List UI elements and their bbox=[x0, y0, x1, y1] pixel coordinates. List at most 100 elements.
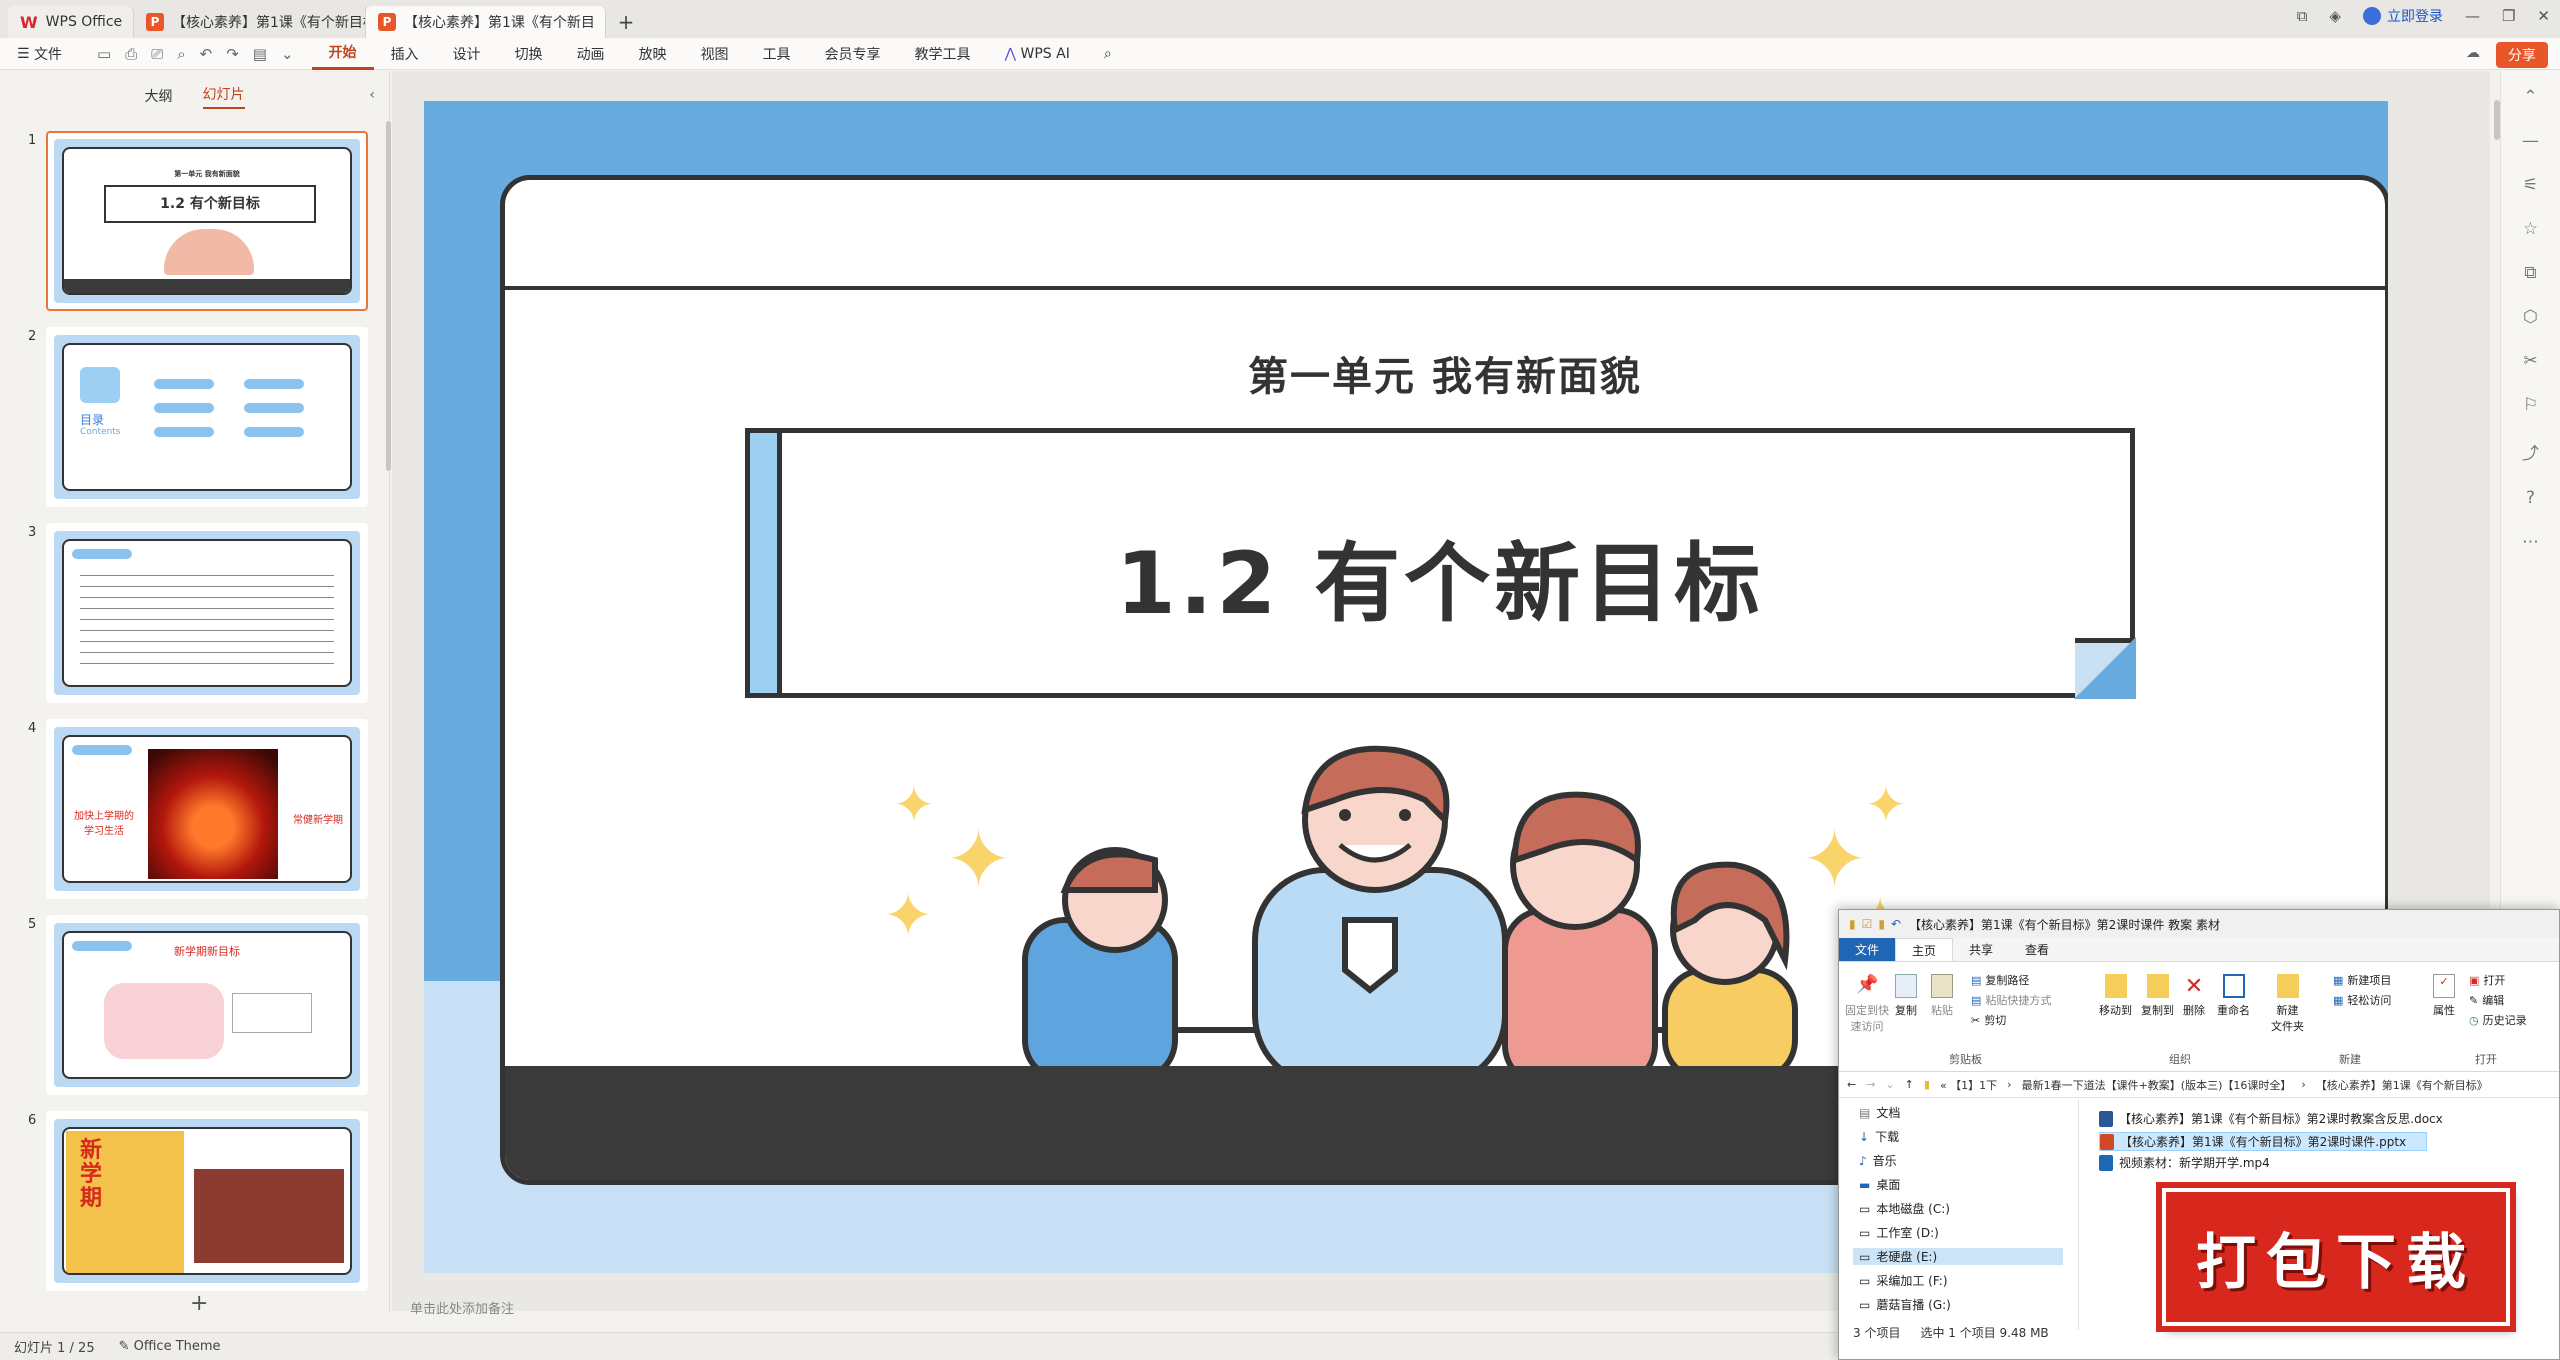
add-slide-button[interactable]: + bbox=[190, 1291, 208, 1316]
login-button[interactable]: 立即登录 bbox=[2362, 6, 2443, 26]
preview-icon[interactable]: ⌕ bbox=[177, 45, 185, 63]
explorer-tab-view[interactable]: 查看 bbox=[2009, 938, 2065, 961]
chevron-down-icon[interactable]: ⌄ bbox=[281, 45, 294, 63]
tab-document-2[interactable]: P 【核心素养】第1课《有个新目 ✕ bbox=[366, 6, 606, 38]
up-icon[interactable]: ↑ bbox=[1905, 1078, 1914, 1091]
easy-access-button[interactable]: ▦ 轻松访问 bbox=[2333, 992, 2391, 1008]
tab-transition[interactable]: 切换 bbox=[498, 38, 560, 70]
nav-item-documents[interactable]: ▤ 文档 bbox=[1859, 1104, 1900, 1121]
file-item[interactable]: 视频素材：新学期开学.mp4 bbox=[2099, 1154, 2270, 1171]
slide-thumbnail-5[interactable]: 新学期新目标 bbox=[46, 915, 368, 1095]
file-item[interactable]: 【核心素养】第1课《有个新目标》第2课时教案含反思.docx bbox=[2099, 1110, 2443, 1127]
download-banner-button[interactable]: 打包下载 bbox=[2159, 1185, 2513, 1329]
delete-button[interactable]: ✕ 删除 bbox=[2183, 974, 2205, 1018]
address-segment[interactable]: 最新1春一下道法【课件+教案】(版本三)【16课时全】 bbox=[2022, 1077, 2292, 1093]
slide-thumbnail-6[interactable]: 新学期 bbox=[46, 1111, 368, 1291]
slide-thumbnail-4[interactable]: 加快上学期的学习生活 常健新学期 bbox=[46, 719, 368, 899]
address-segment[interactable]: 【核心素养】第1课《有个新目标》 bbox=[2316, 1077, 2488, 1093]
cut-button[interactable]: ✂ 剪切 bbox=[1971, 1012, 2006, 1028]
main-title[interactable]: 1.2 有个新目标 bbox=[750, 513, 2130, 638]
copy-to-button[interactable]: 复制到 bbox=[2141, 974, 2174, 1018]
bookmark-icon[interactable]: ⚐ bbox=[2523, 395, 2538, 415]
file-item-selected[interactable]: 【核心素养】第1课《有个新目标》第2课时课件.pptx bbox=[2099, 1132, 2428, 1151]
address-segment[interactable]: « 【1】1下 bbox=[1940, 1077, 1997, 1093]
nav-item-drive-f[interactable]: ▭ 采编加工 (F:) bbox=[1859, 1272, 1948, 1289]
nav-item-music[interactable]: ♪ 音乐 bbox=[1859, 1152, 1897, 1169]
more-icon[interactable]: ⋯ bbox=[2522, 532, 2539, 552]
minus-icon[interactable]: — bbox=[2522, 131, 2539, 151]
help-icon[interactable]: ? bbox=[2526, 488, 2535, 508]
close-window-icon[interactable]: ✕ bbox=[2537, 7, 2550, 25]
slide-thumbnail-3[interactable] bbox=[46, 523, 368, 703]
minimize-icon[interactable]: — bbox=[2465, 7, 2480, 25]
export-icon[interactable]: ⎙ bbox=[125, 45, 137, 63]
nav-item-downloads[interactable]: ↓ 下载 bbox=[1859, 1128, 1899, 1145]
new-tab-button[interactable]: + bbox=[606, 6, 646, 38]
folder-icon[interactable]: ▮ bbox=[1878, 917, 1885, 931]
save-icon[interactable]: ▭ bbox=[97, 45, 111, 63]
paste-shortcut-button[interactable]: ▤ 粘贴快捷方式 bbox=[1971, 992, 2051, 1008]
unit-title[interactable]: 第一单元 我有新面貌 bbox=[505, 344, 2385, 402]
address-bar[interactable]: ← → ⌄ ↑ ▮ « 【1】1下 › 最新1春一下道法【课件+教案】(版本三)… bbox=[1839, 1072, 2559, 1098]
back-icon[interactable]: ← bbox=[1847, 1078, 1856, 1091]
check-icon[interactable]: ☑ bbox=[1862, 917, 1873, 931]
properties-button[interactable]: ✓ 属性 bbox=[2433, 974, 2455, 1018]
explorer-tab-file[interactable]: 文件 bbox=[1839, 938, 1896, 961]
tab-home[interactable]: 开始 bbox=[311, 38, 374, 70]
copy-path-button[interactable]: ▤ 复制路径 bbox=[1971, 972, 2029, 988]
tab-wps-office[interactable]: W WPS Office bbox=[8, 6, 134, 38]
copy-button[interactable]: 复制 bbox=[1895, 974, 1917, 1018]
format-painter-icon[interactable]: ▤ bbox=[253, 45, 267, 63]
slide-thumbnail-2[interactable]: 目录 Contents bbox=[46, 327, 368, 507]
history-button[interactable]: ◷ 历史记录 bbox=[2469, 1012, 2527, 1028]
share-button[interactable]: 分享 bbox=[2496, 42, 2548, 68]
tab-teaching-tools[interactable]: 教学工具 bbox=[898, 38, 988, 70]
move-to-button[interactable]: 移动到 bbox=[2099, 974, 2132, 1018]
tab-tools[interactable]: 工具 bbox=[746, 38, 808, 70]
print-icon[interactable]: ⎚ bbox=[151, 45, 163, 63]
tab-member[interactable]: 会员专享 bbox=[808, 38, 898, 70]
paste-button[interactable]: 粘贴 bbox=[1931, 974, 1953, 1018]
cube-icon[interactable]: ⬡ bbox=[2523, 307, 2538, 327]
collapse-panel-icon[interactable]: ‹ bbox=[369, 87, 375, 103]
undo-icon[interactable]: ↶ bbox=[200, 45, 213, 63]
nav-item-drive-e[interactable]: ▭ 老硬盘 (E:) bbox=[1853, 1248, 2063, 1265]
share-icon[interactable]: ⤴ bbox=[2522, 439, 2539, 464]
skin-icon[interactable]: ◈ bbox=[2329, 7, 2341, 25]
cloud-icon[interactable]: ☁ bbox=[2466, 45, 2480, 61]
tab-document-1[interactable]: P 【核心素养】第1课《有个新目标》第 bbox=[134, 6, 366, 38]
pin-quick-access-button[interactable]: 📌 固定到快 速访问 bbox=[1845, 974, 1889, 1034]
tab-wps-ai[interactable]: ⋀ WPS AI bbox=[988, 38, 1087, 70]
nav-item-drive-c[interactable]: ▭ 本地磁盘 (C:) bbox=[1859, 1200, 1950, 1217]
tab-view[interactable]: 视图 bbox=[684, 38, 746, 70]
folder-icon[interactable]: ▮ bbox=[1849, 917, 1856, 931]
redo-icon[interactable]: ↷ bbox=[226, 45, 239, 63]
title-box[interactable]: 1.2 有个新目标 bbox=[745, 428, 2136, 699]
copy-icon[interactable]: ⧉ bbox=[2524, 263, 2536, 283]
restore-icon[interactable]: ❐ bbox=[2502, 7, 2515, 25]
file-menu[interactable]: ☰ 文件 bbox=[0, 38, 79, 70]
new-item-button[interactable]: ▦ 新建项目 bbox=[2333, 972, 2391, 988]
tab-slideshow[interactable]: 放映 bbox=[622, 38, 684, 70]
search-button[interactable]: ⌕ bbox=[1087, 38, 1129, 70]
tab-animation[interactable]: 动画 bbox=[560, 38, 622, 70]
tab-insert[interactable]: 插入 bbox=[374, 38, 436, 70]
new-folder-button[interactable]: 新建 文件夹 bbox=[2271, 974, 2304, 1034]
nav-item-drive-d[interactable]: ▭ 工作室 (D:) bbox=[1859, 1224, 1939, 1241]
window-layout-icon[interactable]: ⧉ bbox=[2297, 7, 2308, 25]
adjust-icon[interactable]: ⚟ bbox=[2523, 175, 2538, 195]
notes-field[interactable]: 单击此处添加备注 bbox=[392, 1298, 2092, 1324]
chevron-down-icon[interactable]: ⌄ bbox=[1885, 1078, 1894, 1091]
edit-button[interactable]: ✎ 编辑 bbox=[2469, 992, 2504, 1008]
open-button[interactable]: ▣ 打开 bbox=[2469, 972, 2505, 988]
rename-button[interactable]: 重命名 bbox=[2217, 974, 2250, 1018]
undo-icon[interactable]: ↶ bbox=[1891, 917, 1901, 931]
star-icon[interactable]: ☆ bbox=[2523, 219, 2538, 239]
tab-slides[interactable]: 幻灯片 bbox=[202, 84, 245, 109]
explorer-tab-home[interactable]: 主页 bbox=[1895, 938, 1954, 961]
tab-outline[interactable]: 大纲 bbox=[145, 86, 173, 106]
nav-item-drive-g[interactable]: ▭ 蘑菇盲播 (G:) bbox=[1859, 1296, 1951, 1313]
explorer-tab-share[interactable]: 共享 bbox=[1953, 938, 2009, 961]
slide-thumbnail-1[interactable]: 第一单元 我有新面貌 1.2 有个新目标 bbox=[46, 131, 368, 311]
theme-name[interactable]: ✎ Office Theme bbox=[119, 1339, 221, 1354]
